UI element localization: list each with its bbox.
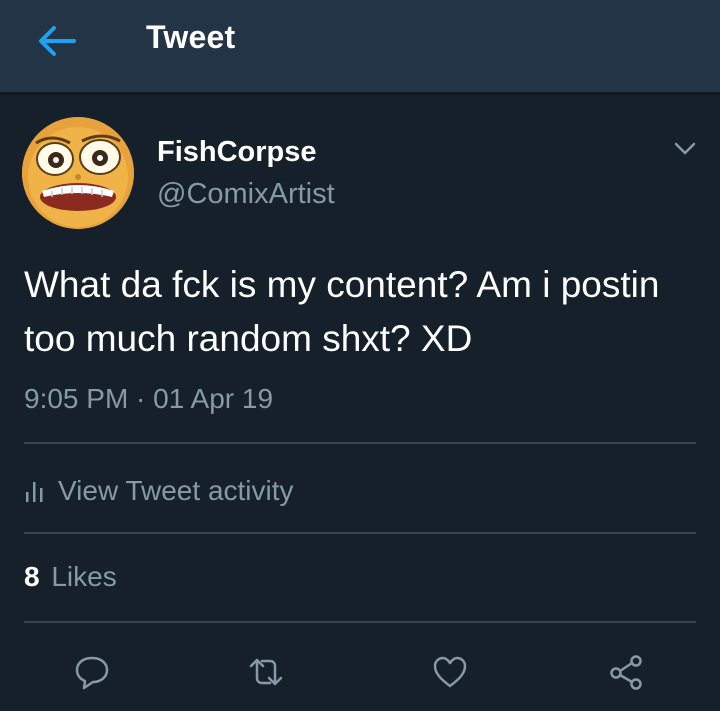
divider	[24, 532, 696, 534]
retweet-icon	[249, 658, 283, 686]
reply-icon	[75, 656, 109, 690]
reply-button[interactable]	[72, 652, 112, 692]
author-display-name[interactable]: FishCorpse	[157, 136, 317, 169]
like-button[interactable]	[430, 652, 470, 692]
arrow-left-icon	[39, 26, 76, 56]
like-icon	[433, 656, 467, 688]
view-tweet-activity-label: View Tweet activity	[58, 475, 294, 506]
bar-chart-icon	[26, 482, 43, 502]
tweet-text: What da fck is my content? Am i postin t…	[24, 264, 660, 359]
likes-stat[interactable]: 8 Likes	[24, 561, 117, 593]
likes-label: Likes	[51, 561, 117, 592]
retweet-button[interactable]	[246, 652, 286, 692]
page-title: Tweet	[146, 19, 236, 55]
cartoon-face-avatar-image	[22, 117, 134, 229]
likes-count: 8	[24, 561, 40, 592]
more-options-button[interactable]	[670, 136, 700, 160]
view-tweet-activity-link[interactable]: View Tweet activity	[24, 470, 294, 512]
avatar[interactable]	[22, 117, 134, 229]
share-button[interactable]	[606, 652, 646, 692]
top-bar: Tweet	[0, 0, 720, 95]
divider	[24, 442, 696, 444]
share-icon	[610, 655, 642, 690]
author-handle[interactable]: @ComixArtist	[157, 178, 335, 211]
tweet-timestamp: 9:05 PM · 01 Apr 19	[24, 383, 274, 414]
back-button[interactable]	[34, 22, 80, 60]
chevron-down-icon	[674, 142, 696, 155]
divider	[24, 621, 696, 623]
